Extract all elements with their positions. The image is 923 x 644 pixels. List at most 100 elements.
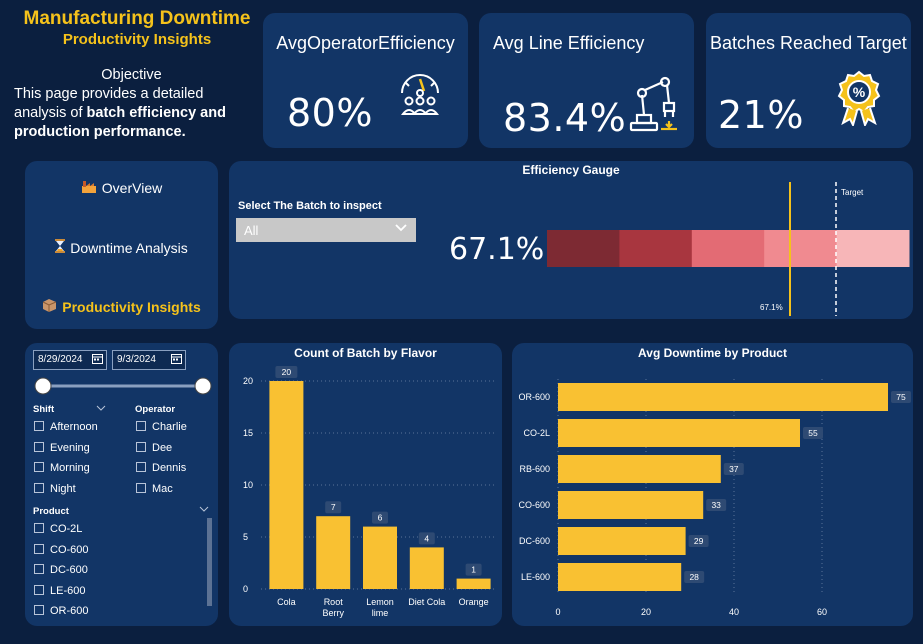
y-tick-label: CO-600 bbox=[518, 500, 550, 510]
checkbox[interactable] bbox=[34, 462, 44, 472]
nav-downtime-label: Downtime Analysis bbox=[70, 240, 188, 256]
checkbox-label: Charlie bbox=[152, 421, 187, 433]
product-scrollbar[interactable] bbox=[207, 518, 212, 606]
checkbox-label: LE-600 bbox=[50, 584, 86, 597]
date-end-input[interactable]: 9/3/2024 bbox=[112, 350, 186, 370]
data-label: 4 bbox=[424, 533, 429, 543]
operator-option[interactable]: Dennis bbox=[136, 462, 186, 474]
batch-select-dropdown[interactable]: All bbox=[236, 218, 416, 242]
x-tick-label: 40 bbox=[729, 607, 739, 617]
data-label: 75 bbox=[896, 392, 906, 402]
shift-option[interactable]: Afternoon bbox=[34, 421, 98, 433]
checkbox[interactable] bbox=[34, 605, 44, 615]
date-range-slider[interactable] bbox=[33, 376, 213, 398]
data-label: 37 bbox=[729, 464, 739, 474]
gauge-segment bbox=[764, 230, 838, 267]
checkbox[interactable] bbox=[136, 441, 146, 452]
data-label: 6 bbox=[378, 513, 383, 523]
downtime-chart-card: Avg Downtime by Product 0 20 40 60 75 OR-600 5… bbox=[512, 343, 913, 626]
checkbox-label: Dee bbox=[152, 441, 173, 454]
shift-option[interactable]: Morning bbox=[34, 462, 90, 474]
slider-handle-end[interactable] bbox=[194, 377, 212, 395]
checkbox[interactable] bbox=[34, 482, 44, 493]
checkbox[interactable] bbox=[34, 441, 44, 452]
checkbox[interactable] bbox=[34, 543, 44, 554]
product-option[interactable]: DC-600 bbox=[34, 564, 88, 576]
checkbox-label: OR-600 bbox=[50, 605, 89, 617]
bar[interactable] bbox=[558, 383, 888, 411]
gauge-segment bbox=[836, 230, 910, 267]
chevron-down-icon[interactable] bbox=[96, 404, 106, 412]
flavor-chart-card: Count of Batch by Flavor 0 5 10 15 20 20 Cola 7… bbox=[229, 343, 502, 626]
nav-overview-label: OverView bbox=[101, 180, 163, 196]
batch-select-label: Select The Batch to inspect bbox=[238, 200, 382, 212]
data-label: 33 bbox=[711, 500, 721, 510]
product-option[interactable]: OR-600 bbox=[34, 605, 89, 617]
gauge-segment bbox=[691, 230, 765, 267]
gauge-title: Efficiency Gauge bbox=[522, 163, 620, 177]
x-tick-label: Cola bbox=[277, 597, 296, 607]
product-option[interactable]: CO-2L bbox=[34, 523, 82, 535]
operator-option[interactable]: Charlie bbox=[136, 421, 187, 433]
bar[interactable] bbox=[363, 526, 397, 589]
x-tick-label: 60 bbox=[817, 607, 827, 617]
gauge-people-icon bbox=[397, 69, 443, 122]
checkbox[interactable] bbox=[34, 523, 44, 533]
x-tick-label: Root bbox=[324, 597, 344, 607]
checkbox-label: Afternoon bbox=[50, 421, 98, 433]
bar[interactable] bbox=[558, 455, 721, 483]
checkbox-label: Morning bbox=[50, 462, 90, 474]
shift-option[interactable]: Night bbox=[34, 482, 76, 495]
checkbox-label: Evening bbox=[50, 441, 90, 454]
checkbox-label: Night bbox=[50, 482, 76, 495]
y-tick-label: 10 bbox=[243, 480, 253, 490]
chevron-down-icon[interactable] bbox=[199, 505, 209, 513]
gauge-value: 67.1% bbox=[449, 232, 545, 267]
product-option[interactable]: LE-600 bbox=[34, 584, 86, 597]
operator-option[interactable]: Mac bbox=[136, 482, 173, 495]
shift-option[interactable]: Evening bbox=[34, 441, 90, 454]
checkbox[interactable] bbox=[34, 584, 44, 595]
data-label: 55 bbox=[808, 428, 818, 438]
checkbox-label: CO-600 bbox=[50, 543, 89, 556]
checkbox[interactable] bbox=[34, 564, 44, 574]
nav-overview[interactable]: OverView bbox=[25, 180, 218, 196]
y-tick-label: 5 bbox=[243, 532, 248, 542]
kpi-label: Batches Reached Target bbox=[710, 33, 907, 53]
bar[interactable] bbox=[558, 419, 800, 447]
data-label: 1 bbox=[471, 565, 476, 575]
checkbox-label: Dennis bbox=[152, 462, 187, 474]
y-tick-label: OR-600 bbox=[518, 392, 550, 402]
hourglass-icon bbox=[55, 239, 66, 256]
bar[interactable] bbox=[409, 547, 444, 589]
checkbox-label: Mac bbox=[152, 482, 173, 495]
bar[interactable] bbox=[456, 578, 491, 589]
objective-line-2: analysis of batch efficiency and bbox=[14, 105, 226, 121]
data-label: 29 bbox=[694, 536, 704, 546]
bar[interactable] bbox=[269, 381, 304, 589]
checkbox[interactable] bbox=[136, 482, 146, 493]
navigation-panel: OverView Downtime Analysis Productivity … bbox=[25, 161, 218, 329]
product-option[interactable]: CO-600 bbox=[34, 543, 89, 556]
date-start-input[interactable]: 8/29/2024 bbox=[33, 350, 107, 370]
operator-option[interactable]: Dee bbox=[136, 441, 173, 454]
bar[interactable] bbox=[558, 563, 682, 591]
bar[interactable] bbox=[316, 516, 351, 589]
bar[interactable] bbox=[558, 491, 704, 519]
slider-handle-start[interactable] bbox=[34, 377, 52, 395]
batch-select-value: All bbox=[244, 223, 259, 238]
nav-productivity-label: Productivity Insights bbox=[62, 299, 201, 315]
bar[interactable] bbox=[558, 527, 686, 555]
gauge-segment bbox=[619, 230, 693, 267]
checkbox[interactable] bbox=[136, 421, 146, 431]
objective-title: Objective bbox=[101, 67, 162, 83]
dashboard-title-block: Manufacturing Downtime Productivity Insi… bbox=[12, 8, 262, 48]
checkbox[interactable] bbox=[136, 462, 146, 472]
nav-downtime-analysis[interactable]: Downtime Analysis bbox=[25, 239, 218, 256]
y-tick-label: LE-600 bbox=[521, 572, 550, 582]
box-icon bbox=[42, 298, 57, 315]
y-tick-label: 15 bbox=[243, 428, 253, 438]
checkbox[interactable] bbox=[34, 421, 44, 431]
nav-productivity-insights[interactable]: Productivity Insights bbox=[25, 298, 218, 315]
calendar-icon bbox=[171, 353, 182, 367]
